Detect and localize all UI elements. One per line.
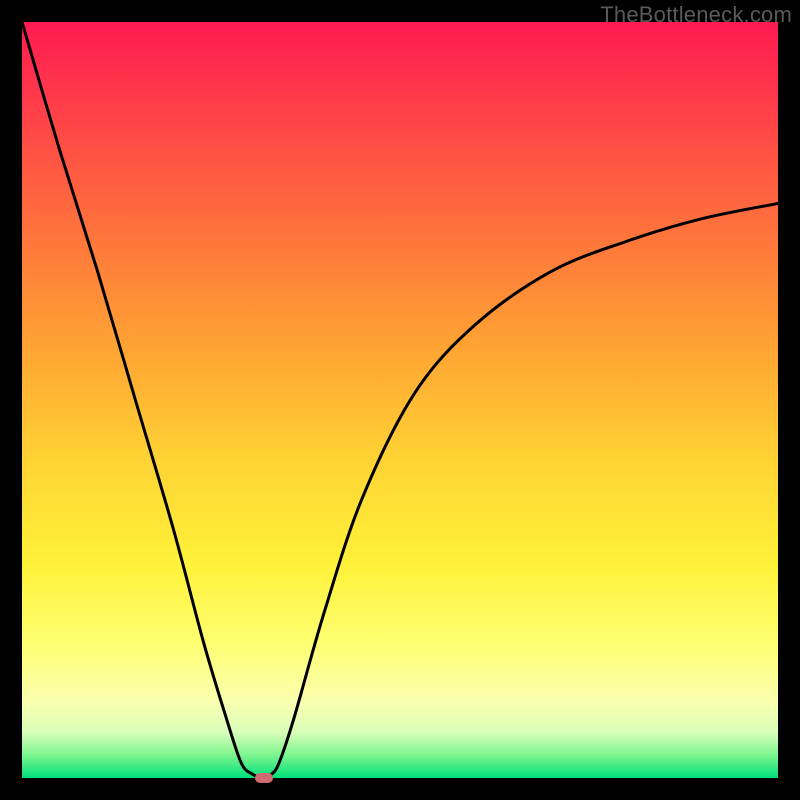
optimum-marker [255, 773, 273, 783]
bottleneck-curve [22, 22, 778, 778]
chart-frame: TheBottleneck.com [0, 0, 800, 800]
plot-area [22, 22, 778, 778]
